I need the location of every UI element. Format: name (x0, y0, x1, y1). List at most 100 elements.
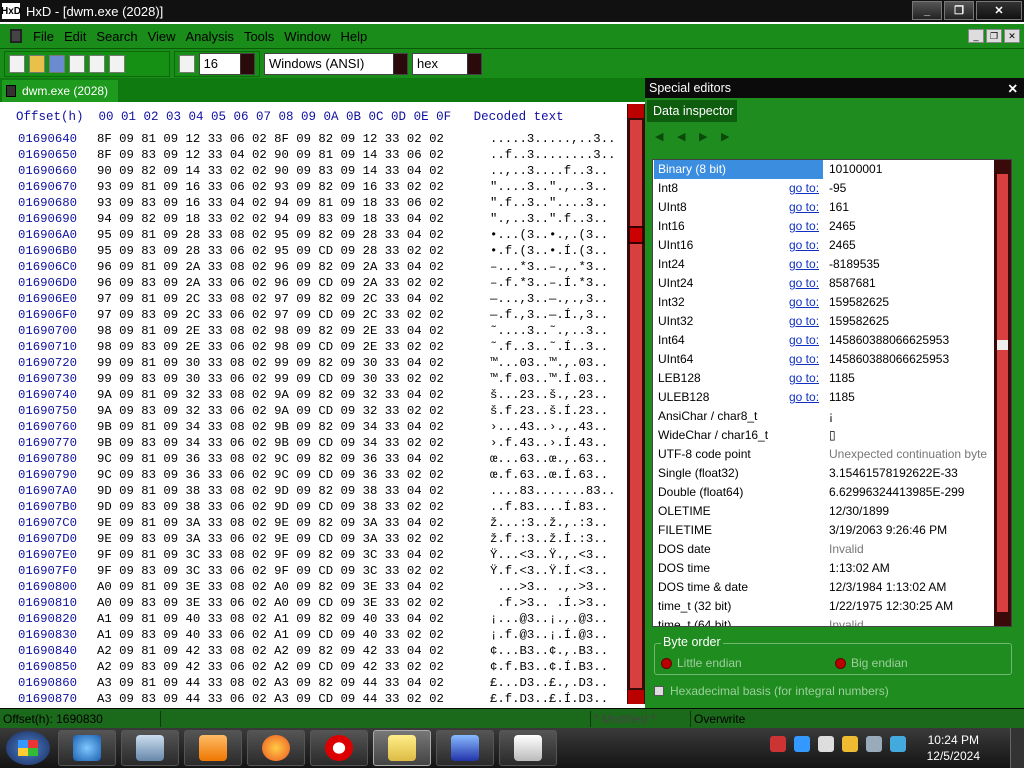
hex-row[interactable]: 01690700 98 09 81 09 2E 33 08 02 98 09 82… (0, 324, 625, 340)
hex-row[interactable]: 01690740 9A 09 81 09 32 33 08 02 9A 09 82… (0, 388, 625, 404)
hex-bytes[interactable]: 95 09 81 09 28 33 08 02 95 09 82 09 28 3… (97, 228, 444, 242)
hex-row[interactable]: 01690640 8F 09 81 09 12 33 06 02 8F 09 82… (0, 132, 625, 148)
inspector-row[interactable]: Int8 go to: -95 (653, 179, 993, 198)
chat-icon[interactable] (818, 736, 834, 752)
mdi-restore-button[interactable]: ❐ (986, 29, 1002, 43)
hex-row[interactable]: 01690820 A1 09 81 09 40 33 08 02 A1 09 82… (0, 612, 625, 628)
restore-button[interactable]: ❐ (944, 1, 974, 20)
taskbar-media-player[interactable] (184, 730, 242, 766)
decoded-text[interactable]: ˜.f..3..˜.Í..3.. (490, 340, 608, 354)
goto-link[interactable]: go to: (789, 314, 819, 328)
inspector-value[interactable]: 1/22/1975 12:30:25 AM (829, 599, 953, 613)
close-button[interactable]: ✕ (976, 1, 1022, 20)
decoded-text[interactable]: •.f.(3..•.Í.(3.. (490, 244, 608, 258)
hex-row[interactable]: 016907E0 9F 09 81 09 3C 33 08 02 9F 09 82… (0, 548, 625, 564)
hex-row[interactable]: 01690710 98 09 83 09 2E 33 06 02 98 09 CD… (0, 340, 625, 356)
menu-file[interactable]: File (28, 29, 59, 44)
open-ram-icon[interactable] (89, 54, 105, 73)
decoded-text[interactable]: .f.>3.. .Í.>3.. (490, 596, 608, 610)
inspector-row[interactable]: UInt16 go to: 2465 (653, 236, 993, 255)
inspector-row[interactable]: Binary (8 bit) 10100001 (653, 160, 993, 179)
save-icon[interactable] (49, 54, 65, 73)
mdi-minimize-button[interactable]: _ (968, 29, 984, 43)
inspector-row[interactable]: Int32 go to: 159582625 (653, 293, 993, 312)
tab-dwm-exe[interactable]: dwm.exe (2028) (2, 80, 118, 102)
inspector-value[interactable]: -8189535 (829, 257, 880, 271)
hex-bytes[interactable]: 99 09 81 09 30 33 08 02 99 09 82 09 30 3… (97, 356, 444, 370)
decoded-text[interactable]: ...>3.. .,.>3.. (490, 580, 608, 594)
decoded-text[interactable]: ™...03..™.,.03.. (490, 356, 608, 370)
offset-base-select[interactable]: hex (412, 52, 482, 75)
scroll-thumb[interactable] (628, 226, 644, 244)
menu-tools[interactable]: Tools (239, 29, 279, 44)
hex-row[interactable]: 01690780 9C 09 81 09 36 33 08 02 9C 09 82… (0, 452, 625, 468)
monitor-icon[interactable] (866, 736, 882, 752)
inspector-value[interactable]: 3.15461578192622E-33 (829, 466, 958, 480)
big-endian-radio[interactable]: Big endian (835, 656, 908, 670)
goto-link[interactable]: go to: (789, 181, 819, 195)
inspector-value[interactable]: 6.62996324413985E-299 (829, 485, 964, 499)
hex-row[interactable]: 016907F0 9F 09 83 09 3C 33 06 02 9F 09 CD… (0, 564, 625, 580)
hex-row[interactable]: 016907A0 9D 09 81 09 38 33 08 02 9D 09 82… (0, 484, 625, 500)
menu-search[interactable]: Search (91, 29, 142, 44)
hex-bytes[interactable]: A3 09 83 09 44 33 06 02 A3 09 CD 09 44 3… (97, 692, 444, 706)
goto-link[interactable]: go to: (789, 371, 819, 385)
hex-row[interactable]: 01690840 A2 09 81 09 42 33 08 02 A2 09 82… (0, 644, 625, 660)
hex-bytes[interactable]: 97 09 81 09 2C 33 08 02 97 09 82 09 2C 3… (97, 292, 444, 306)
inspector-row[interactable]: UInt24 go to: 8587681 (653, 274, 993, 293)
inspector-value[interactable]: Invalid (829, 618, 864, 626)
inspector-row[interactable]: Single (float32) 3.15461578192622E-33 (653, 464, 993, 483)
decoded-text[interactable]: £.f.D3..£.Í.D3.. (490, 692, 608, 706)
hex-row[interactable]: 016906A0 95 09 81 09 28 33 08 02 95 09 82… (0, 228, 625, 244)
inspector-value[interactable]: 159582625 (829, 314, 889, 328)
inspector-row[interactable]: DOS date Invalid (653, 540, 993, 559)
document-icon[interactable] (10, 29, 22, 43)
inspector-row[interactable]: UTF-8 code point Unexpected continuation … (653, 445, 993, 464)
inspector-row[interactable]: DOS time 1:13:02 AM (653, 559, 993, 578)
open-disk-icon[interactable] (69, 54, 85, 73)
hex-bytes[interactable]: A1 09 83 09 40 33 06 02 A1 09 CD 09 40 3… (97, 628, 444, 642)
goto-link[interactable]: go to: (789, 276, 819, 290)
taskbar-firefox[interactable] (247, 730, 305, 766)
taskbar-malwarebytes[interactable] (436, 730, 494, 766)
chevron-down-icon[interactable] (240, 53, 254, 74)
decoded-text[interactable]: "....3..".,..3.. (490, 180, 608, 194)
decoded-text[interactable]: –.f.*3..–.Í.*3.. (490, 276, 608, 290)
hex-bytes[interactable]: A2 09 83 09 42 33 06 02 A2 09 CD 09 42 3… (97, 660, 444, 674)
goto-link[interactable]: go to: (789, 257, 819, 271)
hex-row[interactable]: 01690770 9B 09 83 09 34 33 06 02 9B 09 CD… (0, 436, 625, 452)
decoded-text[interactable]: ™.f.03..™.Í.03.. (490, 372, 608, 386)
hex-bytes[interactable]: 94 09 82 09 18 33 02 02 94 09 83 09 18 3… (97, 212, 444, 226)
goto-link[interactable]: go to: (789, 352, 819, 366)
inspector-value[interactable]: 1:13:02 AM (829, 561, 890, 575)
taskbar-network[interactable] (121, 730, 179, 766)
inspector-value[interactable]: 1185 (829, 390, 855, 404)
menu-view[interactable]: View (143, 29, 181, 44)
hex-bytes[interactable]: 9B 09 81 09 34 33 08 02 9B 09 82 09 34 3… (97, 420, 444, 434)
hex-row[interactable]: 01690730 99 09 83 09 30 33 06 02 99 09 CD… (0, 372, 625, 388)
decoded-text[interactable]: ž...:3..ž.,.:3.. (490, 516, 608, 530)
inspector-value[interactable]: 10100001 (829, 162, 882, 176)
hex-bytes[interactable]: A1 09 81 09 40 33 08 02 A1 09 82 09 40 3… (97, 612, 444, 626)
inspector-value[interactable]: 2465 (829, 238, 856, 252)
scroll-track[interactable] (997, 174, 1008, 612)
mdi-close-button[interactable]: ✕ (1004, 29, 1020, 43)
menu-window[interactable]: Window (279, 29, 335, 44)
hex-bytes[interactable]: 90 09 82 09 14 33 02 02 90 09 83 09 14 3… (97, 164, 444, 178)
decoded-text[interactable]: ¡...@3..¡.,.@3.. (490, 612, 608, 626)
taskbar-opera[interactable] (310, 730, 368, 766)
inspector-value[interactable]: 12/30/1899 (829, 504, 889, 518)
inspector-value[interactable]: ¡ (829, 409, 833, 423)
hex-bytes[interactable]: A2 09 81 09 42 33 08 02 A2 09 82 09 42 3… (97, 644, 444, 658)
inspector-row[interactable]: FILETIME 3/19/2063 9:26:46 PM (653, 521, 993, 540)
scroll-thumb[interactable] (997, 340, 1008, 350)
last-icon[interactable]: ▶ (721, 130, 735, 144)
hex-editor[interactable]: Offset(h) 00 01 02 03 04 05 06 07 08 09 … (0, 102, 645, 708)
bytes-per-row-select[interactable]: 16 (198, 52, 255, 75)
hex-row[interactable]: 016906E0 97 09 81 09 2C 33 08 02 97 09 82… (0, 292, 625, 308)
hex-rows[interactable]: 01690640 8F 09 81 09 12 33 06 02 8F 09 82… (0, 132, 625, 708)
inspector-value[interactable]: -95 (829, 181, 846, 195)
inspector-row[interactable]: WideChar / char16_t ▯ (653, 426, 993, 445)
hex-row[interactable]: 01690790 9C 09 83 09 36 33 06 02 9C 09 CD… (0, 468, 625, 484)
hex-row[interactable]: 016906B0 95 09 83 09 28 33 06 02 95 09 CD… (0, 244, 625, 260)
